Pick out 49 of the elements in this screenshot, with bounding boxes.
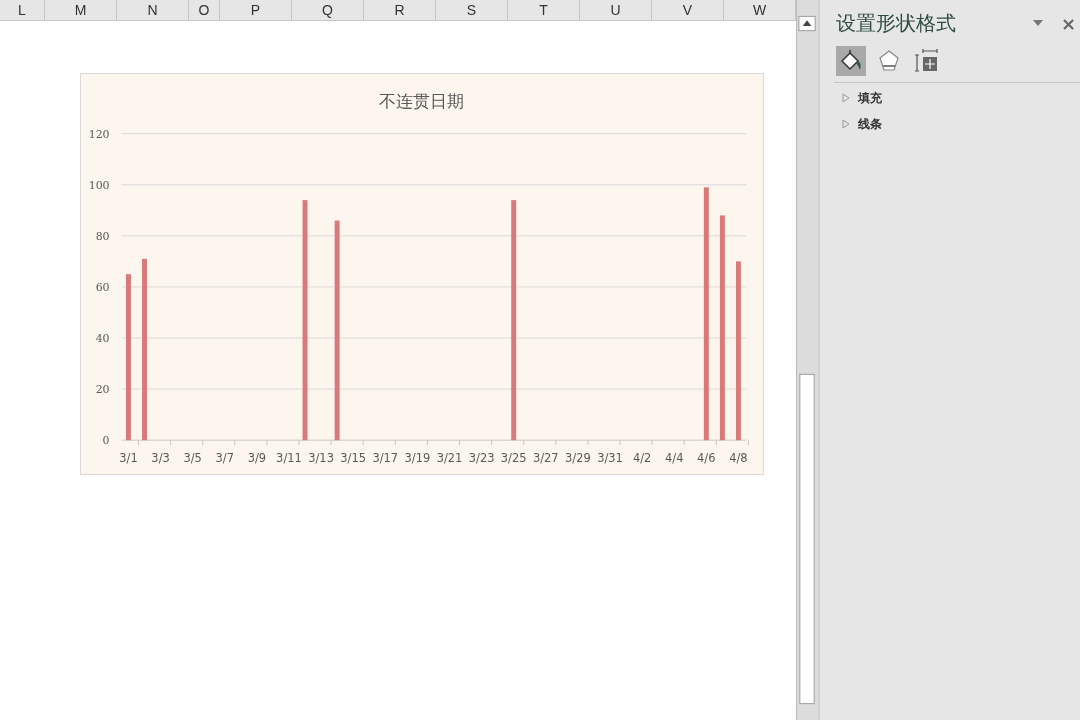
size-properties-icon (915, 49, 939, 73)
y-axis-label: 40 (95, 332, 110, 345)
column-header[interactable]: T (508, 0, 580, 20)
x-axis-label: 3/7 (215, 451, 234, 466)
x-axis-label: 3/1 (119, 451, 138, 466)
x-axis-label: 3/31 (597, 451, 623, 466)
x-axis-label: 3/27 (532, 451, 559, 466)
x-axis-label: 4/6 (697, 451, 716, 466)
column-header[interactable]: S (436, 0, 508, 20)
x-axis-label: 3/29 (565, 451, 591, 466)
section-header[interactable]: 填充 (858, 89, 882, 107)
dropdown-icon[interactable] (1032, 20, 1043, 26)
column-header[interactable]: P (220, 0, 292, 20)
x-axis-label: 3/25 (500, 451, 527, 466)
column-header[interactable]: O (189, 0, 220, 20)
column-header[interactable]: M (45, 0, 117, 20)
x-axis-label: 3/15 (340, 451, 367, 466)
chart-title: 不连贯日期 (379, 90, 465, 111)
x-axis-label: 3/13 (308, 451, 334, 466)
column-header[interactable]: Q (292, 0, 364, 20)
panel-title: 设置形状格式 (836, 10, 957, 37)
x-axis-label: 3/19 (404, 451, 431, 466)
pentagon-icon (877, 49, 901, 73)
section-header[interactable]: 线条 (858, 115, 882, 133)
close-button[interactable]: × (1060, 9, 1076, 37)
x-axis-label: 3/21 (436, 451, 463, 466)
x-axis-label: 3/9 (247, 451, 267, 466)
column-header[interactable]: L (0, 0, 45, 20)
x-axis-label: 3/3 (151, 451, 170, 466)
y-axis-label: 100 (88, 178, 110, 192)
x-axis-label: 4/4 (665, 451, 684, 466)
x-axis-label: 3/5 (183, 451, 202, 466)
x-axis-label: 4/8 (729, 451, 748, 466)
column-header[interactable]: N (117, 0, 189, 20)
y-axis-label: 120 (88, 127, 110, 141)
column-header[interactable]: R (364, 0, 436, 20)
y-axis-label: 0 (102, 434, 110, 448)
y-axis-label: 60 (95, 280, 110, 294)
x-axis-label: 3/17 (372, 451, 399, 466)
y-axis-label: 80 (95, 229, 110, 243)
y-axis-label: 20 (95, 383, 110, 397)
column-header[interactable]: U (580, 0, 652, 20)
x-axis-label: 3/11 (276, 451, 302, 466)
paint-bucket-icon (839, 49, 863, 73)
x-axis-label: 3/23 (468, 451, 495, 466)
column-header[interactable]: V (652, 0, 724, 20)
format-tab[interactable] (836, 46, 866, 76)
vertical-scrollbar[interactable] (796, 0, 818, 720)
x-axis-label: 4/2 (632, 451, 652, 466)
